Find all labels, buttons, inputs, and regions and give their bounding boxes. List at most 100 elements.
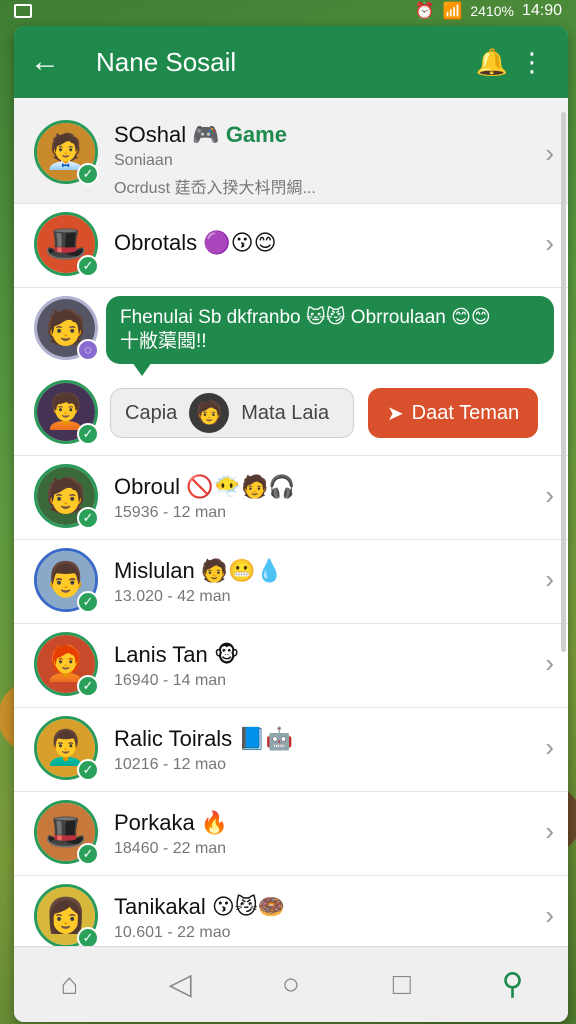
search-icon[interactable]: ⚲ xyxy=(483,967,543,1002)
name-label: Tanikakal xyxy=(114,894,206,919)
item-text: Mislulan 🧑😬💧 13.020 - 42 man xyxy=(114,558,528,606)
list-item-first[interactable]: 🧑‍💼 ✓ SOshal 🎮 Game Soniaan Ocrdust 莛岙入揆… xyxy=(14,104,568,204)
emoji-icons: 🐵 xyxy=(213,642,240,667)
chevron-right-icon: › xyxy=(545,564,554,594)
verified-check-icon: ✓ xyxy=(77,591,99,613)
chevron-right-icon: › xyxy=(545,816,554,846)
list-item[interactable]: 🧑 ✓ Obroul 🚫😶‍🌫️🧑🎧 15936 - 12 man › xyxy=(14,456,568,540)
item-subtitle: Soniaan xyxy=(114,152,173,169)
item-name: Obrotals 🟣😗😊 xyxy=(114,230,528,256)
list-item[interactable]: 🧑‍🦰 ✓ Lanis Tan 🐵 16940 - 14 man › xyxy=(14,624,568,708)
avatar: 🎩 ✓ xyxy=(34,212,99,277)
cancel-label: Capia xyxy=(125,401,178,424)
verified-check-icon: ✓ xyxy=(77,507,99,529)
cancel-button[interactable]: Capia 🧑 Mata Laia xyxy=(110,388,354,438)
home-circle-icon[interactable]: ○ xyxy=(261,968,321,1002)
item-message: Ocrdust 莛岙入揆大枓閅綢... xyxy=(114,174,528,198)
name-label: Obroul xyxy=(114,474,181,499)
avatar: 👨‍🦱 ✓ xyxy=(34,716,99,781)
avatar: 🎩 ✓ xyxy=(34,800,99,865)
chevron-right-icon: › xyxy=(545,732,554,762)
avatar: 🧑‍🦱 ✓ xyxy=(34,380,99,445)
item-name: Ralic Toirals 📘🤖 xyxy=(114,726,528,752)
name-label: Lanis Tan xyxy=(114,642,208,667)
item-text: Ralic Toirals 📘🤖 10216 - 12 mao xyxy=(114,726,528,774)
back-arrow-icon[interactable]: ← xyxy=(30,45,74,79)
item-text: Obroul 🚫😶‍🌫️🧑🎧 15936 - 12 man xyxy=(114,474,528,522)
item-text: Tanikakal 😗😼🍩 10.601 - 22 mao xyxy=(114,894,528,942)
game-tag: Game xyxy=(225,122,287,147)
status-icon: ◌ xyxy=(77,339,99,361)
name-label: Porkaka xyxy=(114,810,195,835)
message-bubble[interactable]: Fhenulai Sb dkfranbo 🐱😼 Obrroulaan 😊😊 十敝… xyxy=(106,296,554,376)
chevron-right-icon: › xyxy=(545,900,554,930)
item-name: Mislulan 🧑😬💧 xyxy=(114,558,528,584)
bubble-text-line2: 十敝蕖閸!! xyxy=(120,331,207,352)
image-icon xyxy=(14,4,32,18)
emoji-icons: 😗😼🍩 xyxy=(211,894,286,919)
add-friend-button[interactable]: ➤ Daat Teman xyxy=(368,388,538,438)
recents-square-icon[interactable]: □ xyxy=(372,968,432,1002)
list-item[interactable]: 👨 ✓ Mislulan 🧑😬💧 13.020 - 42 man › xyxy=(14,540,568,624)
add-friend-label: Daat Teman xyxy=(411,401,520,424)
list-item[interactable]: 👨‍🦱 ✓ Ralic Toirals 📘🤖 10216 - 12 mao › xyxy=(14,708,568,792)
avatar: 👨 ✓ xyxy=(34,548,99,613)
more-options-icon[interactable]: ⋮ xyxy=(512,47,552,78)
item-subtitle: 18460 - 22 man xyxy=(114,840,227,857)
message-sender: Ocrdust xyxy=(114,180,171,197)
chevron-right-icon: › xyxy=(545,480,554,510)
mini-avatar: 🧑 xyxy=(189,393,230,433)
back-triangle-icon[interactable]: ◁ xyxy=(150,967,210,1002)
item-text: Obrotals 🟣😗😊 xyxy=(114,230,528,256)
emoji-icons: 🟣😗😊 xyxy=(203,230,277,255)
emoji-icons: 📘🤖 xyxy=(238,726,294,751)
wifi-icon: 📶 xyxy=(442,3,463,20)
verified-check-icon: ✓ xyxy=(77,675,99,697)
cancel-name-label: Mata Laia xyxy=(241,401,330,424)
avatar: 🧑 ◌ xyxy=(34,296,99,361)
status-bar: ⏰ 📶 2410% 14:90 xyxy=(0,0,576,22)
game-badge-icon: 🎮 xyxy=(192,122,220,147)
verified-check-icon: ✓ xyxy=(77,759,99,781)
item-name: Porkaka 🔥 xyxy=(114,810,528,836)
chevron-right-icon: › xyxy=(545,648,554,678)
name-label: SOshal xyxy=(114,122,187,147)
bubble-text-line1: Fhenulai Sb dkfranbo 🐱😼 Obrroulaan 😊😊 xyxy=(120,307,491,328)
clock: 14:90 xyxy=(521,2,562,19)
app-window: ← Nane Sosail 🔔 ⋮ 🧑‍💼 ✓ SOshal 🎮 Game So… xyxy=(14,26,568,1022)
friend-list: 🧑‍💼 ✓ SOshal 🎮 Game Soniaan Ocrdust 莛岙入揆… xyxy=(14,104,568,960)
bottom-nav: ⌂ ◁ ○ □ ⚲ xyxy=(14,946,568,1022)
item-name: Tanikakal 😗😼🍩 xyxy=(114,894,528,920)
verified-check-icon: ✓ xyxy=(77,255,99,277)
avatar: 🧑‍🦰 ✓ xyxy=(34,632,99,697)
verified-check-icon: ✓ xyxy=(77,423,99,445)
list-item[interactable]: 🎩 ✓ Obrotals 🟣😗😊 › xyxy=(14,204,568,288)
app-bar: ← Nane Sosail 🔔 ⋮ xyxy=(14,26,568,98)
avatar: 👩 ✓ xyxy=(34,884,99,949)
chevron-right-icon: › xyxy=(545,228,554,258)
emoji-icons: 🔥 xyxy=(200,810,229,835)
item-subtitle: 13.020 - 42 man xyxy=(114,588,231,605)
name-label: Ralic Toirals xyxy=(114,726,233,751)
home-icon[interactable]: ⌂ xyxy=(39,968,99,1002)
verified-check-icon: ✓ xyxy=(77,163,99,185)
chevron-right-icon: › xyxy=(545,138,554,168)
item-text: SOshal 🎮 Game Soniaan Ocrdust 莛岙入揆大枓閅綢..… xyxy=(114,122,528,198)
emoji-icons: 🧑😬💧 xyxy=(200,558,284,583)
list-item[interactable]: 🎩 ✓ Porkaka 🔥 18460 - 22 man › xyxy=(14,792,568,876)
alarm-icon: ⏰ xyxy=(414,3,435,20)
emoji-icons: 🚫😶‍🌫️🧑🎧 xyxy=(186,474,296,499)
item-subtitle: 10216 - 12 mao xyxy=(114,756,227,773)
item-subtitle: 16940 - 14 man xyxy=(114,672,227,689)
name-label: Mislulan xyxy=(114,558,195,583)
send-icon: ➤ xyxy=(386,402,404,425)
verified-check-icon: ✓ xyxy=(77,843,99,865)
scrollbar[interactable] xyxy=(561,112,566,652)
battery-level: 2410% xyxy=(470,3,514,19)
item-text: Lanis Tan 🐵 16940 - 14 man xyxy=(114,642,528,690)
avatar: 🧑 ✓ xyxy=(34,464,99,529)
item-name: Lanis Tan 🐵 xyxy=(114,642,528,668)
item-name: SOshal 🎮 Game xyxy=(114,122,528,148)
notification-bell-icon[interactable]: 🔔 xyxy=(472,47,512,78)
item-name: Obroul 🚫😶‍🌫️🧑🎧 xyxy=(114,474,528,500)
